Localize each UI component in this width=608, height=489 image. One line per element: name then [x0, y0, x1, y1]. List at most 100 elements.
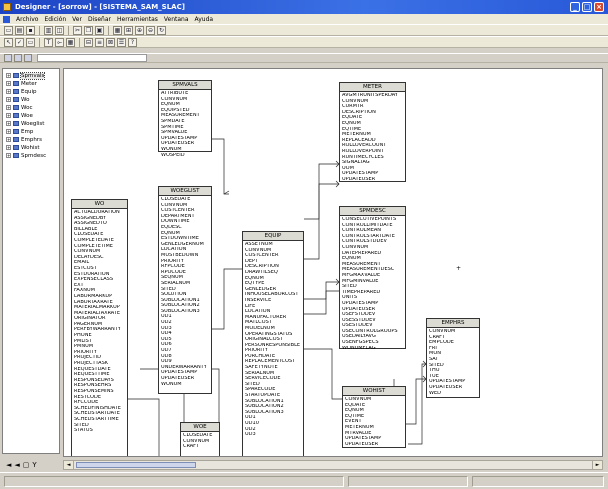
tree-item-equip[interactable]: + Equip [6, 88, 36, 95]
tree-item-woc[interactable]: + Woc [6, 104, 33, 111]
expand-icon[interactable]: + [6, 105, 11, 110]
expand-icon[interactable]: + [6, 89, 11, 94]
scroll-thumb[interactable] [76, 462, 196, 468]
entity-wo[interactable]: WO ACTUALDURATION ASSIGNEDBY ASSIGNEDTO BIL… [71, 199, 128, 456]
minimize-button[interactable]: _ [570, 2, 580, 12]
entity-title: SPMDESC [340, 207, 405, 216]
grid-icon[interactable]: ▦ [66, 37, 75, 47]
entity-field: WOSPEID [161, 152, 185, 158]
table-icon [13, 73, 19, 78]
menu-ver[interactable]: Ver [72, 16, 82, 23]
entity-meter[interactable]: METER AVGMTRUNITSPERDAY CONVNUM CURMTR DESC… [339, 82, 406, 182]
entity-woeglist[interactable]: WOEGLIST CLOSEDATE CONVNUM COSTCENTER DEPAR… [158, 186, 212, 394]
menu-disenar[interactable]: Diseñar [88, 16, 111, 23]
entity-equip[interactable]: EQUIP ASSETNUM CONVNUM COSTCENTER DEPT DESCR… [242, 231, 304, 456]
table-icon [13, 129, 19, 134]
zoom-in-icon[interactable]: ⊕ [135, 25, 144, 35]
view-selector[interactable] [37, 54, 147, 62]
tree-item-label: Wo [21, 96, 30, 103]
expand-icon[interactable]: + [6, 137, 11, 142]
bottom-status-strip [0, 472, 608, 489]
scroll-right-icon[interactable]: ► [592, 461, 602, 469]
view-icon-1[interactable] [4, 54, 12, 62]
menu-ventana[interactable]: Ventana [164, 16, 189, 23]
nav-back-icon[interactable]: ◄ [14, 461, 19, 469]
layout-icon[interactable]: ⊟ [84, 37, 93, 47]
paste-icon[interactable]: ▣ [95, 25, 104, 35]
print-icon[interactable]: ▥ [44, 25, 53, 35]
preview-icon[interactable]: ◫ [55, 25, 64, 35]
entity-title: WOHIST [343, 387, 405, 396]
tree-item-label: Woe [21, 112, 33, 119]
view-icon-3[interactable] [24, 54, 32, 62]
menu-herramientas[interactable]: Herramientas [117, 16, 158, 23]
window-title-bar[interactable]: Designer - [sorrow] - [SISTEMA_SAM_SLAC]… [0, 0, 608, 14]
entity-spmdesc[interactable]: SPMDESC CONSECUTIVEPOINTS CONTROLLIMITDAT… [339, 206, 406, 350]
nav-frame-icon[interactable]: ▢ [23, 461, 30, 469]
tree-item-spmvals[interactable]: + Spmvals [6, 71, 46, 80]
status-pane-right [472, 476, 604, 487]
nav-prev-icon[interactable]: ◄ [6, 461, 11, 469]
tree-item-woe[interactable]: + Woe [6, 112, 33, 119]
scroll-left-icon[interactable]: ◄ [64, 461, 74, 469]
expand-icon[interactable]: + [6, 97, 11, 102]
tree-item-label: Emp [21, 128, 34, 135]
cut-icon[interactable]: ✂ [73, 25, 82, 35]
tree-item-spmdesc[interactable]: + Spmdesc [6, 152, 46, 159]
expand-icon[interactable]: + [6, 121, 11, 126]
new-file-icon[interactable]: ▭ [4, 25, 13, 35]
entity-fields: AVGMTRUNITSPERDAY CONVNUM CURMTR DESCRIPTIO… [340, 92, 405, 183]
pointer-icon[interactable]: ↖ [4, 37, 13, 47]
entity-spmvals[interactable]: SPMVALS ATTRIBUTE CONVNUM EQNUM EQUIPSTED ME… [158, 80, 212, 157]
maximize-button[interactable]: □ [582, 2, 592, 12]
tree-item-emp[interactable]: + Emp [6, 128, 33, 135]
document-icon[interactable] [3, 15, 10, 23]
menu-archivo[interactable]: Archivo [16, 16, 38, 23]
tree-item-emphrs[interactable]: + Emphrs [6, 136, 42, 143]
entity-woe[interactable]: WOE CLOSEDATE CONVNUM CRAFT [180, 422, 220, 456]
entity-wohist[interactable]: WOHIST CONVNUM EQDATE EQNUM EQTIME EVENT METE… [342, 386, 406, 448]
tree-item-woeglist[interactable]: + Woeglist [6, 120, 44, 127]
toolbar-separator [39, 37, 40, 47]
expand-icon[interactable]: + [6, 153, 11, 158]
refresh-icon[interactable]: ↻ [157, 25, 166, 35]
help-icon[interactable]: ? [128, 37, 137, 47]
zoom-out-icon[interactable]: ⊖ [146, 25, 155, 35]
menu-ayuda[interactable]: Ayuda [195, 16, 214, 23]
expand-icon[interactable]: + [6, 129, 11, 134]
tree-item-wo[interactable]: + Wo [6, 96, 29, 103]
entity-emphrs[interactable]: EMPHRS CONVNUM CRAFT EMPCODE FRI MON SAT SITED… [426, 318, 480, 398]
nav-filter-icon[interactable]: Y [32, 461, 36, 469]
relation-icon[interactable]: ⟜ [55, 37, 64, 47]
table-icon[interactable]: ▦ [113, 25, 122, 35]
horizontal-scrollbar[interactable]: ◄ ► [63, 460, 603, 470]
link-icon[interactable]: ⊞ [124, 25, 133, 35]
expand-icon[interactable]: + [6, 113, 11, 118]
arrange-icon[interactable]: ⊠ [106, 37, 115, 47]
align-icon[interactable]: ≡ [95, 37, 104, 47]
properties-icon[interactable]: ☰ [117, 37, 126, 47]
expand-icon[interactable]: + [6, 81, 11, 86]
table-icon [13, 113, 19, 118]
menu-edicion[interactable]: Edición [44, 16, 66, 23]
tree-item-meter[interactable]: + Meter [6, 80, 37, 87]
relationship-lines [124, 138, 427, 456]
entity-field: UD3 [245, 432, 256, 438]
close-button[interactable]: × [594, 2, 604, 12]
open-folder-icon[interactable]: ▤ [15, 25, 24, 35]
copy-icon[interactable]: ❐ [84, 25, 93, 35]
entity-tree[interactable]: + Spmvals + Meter + Equip + Wo + Woc + W… [2, 68, 60, 454]
table-icon [13, 97, 19, 102]
entity-fields: ACTUALDURATION ASSIGNEDBY ASSIGNEDTO BILLAB… [72, 209, 127, 434]
tree-item-wohist[interactable]: + Wohist [6, 144, 40, 151]
check-icon[interactable]: ✓ [15, 37, 24, 47]
text-icon[interactable]: T [44, 37, 53, 47]
diagram-canvas[interactable]: SPMVALS ATTRIBUTE CONVNUM EQNUM EQUIPSTED ME… [63, 68, 603, 457]
expand-icon[interactable]: + [6, 145, 11, 150]
save-icon[interactable]: ▪ [26, 25, 35, 35]
entity-field: UPDATEUSER [345, 441, 379, 447]
expand-icon[interactable]: + [6, 73, 11, 78]
tree-item-label: Equip [21, 88, 37, 95]
view-icon-2[interactable] [14, 54, 22, 62]
entity-icon[interactable]: ▭ [26, 37, 35, 47]
